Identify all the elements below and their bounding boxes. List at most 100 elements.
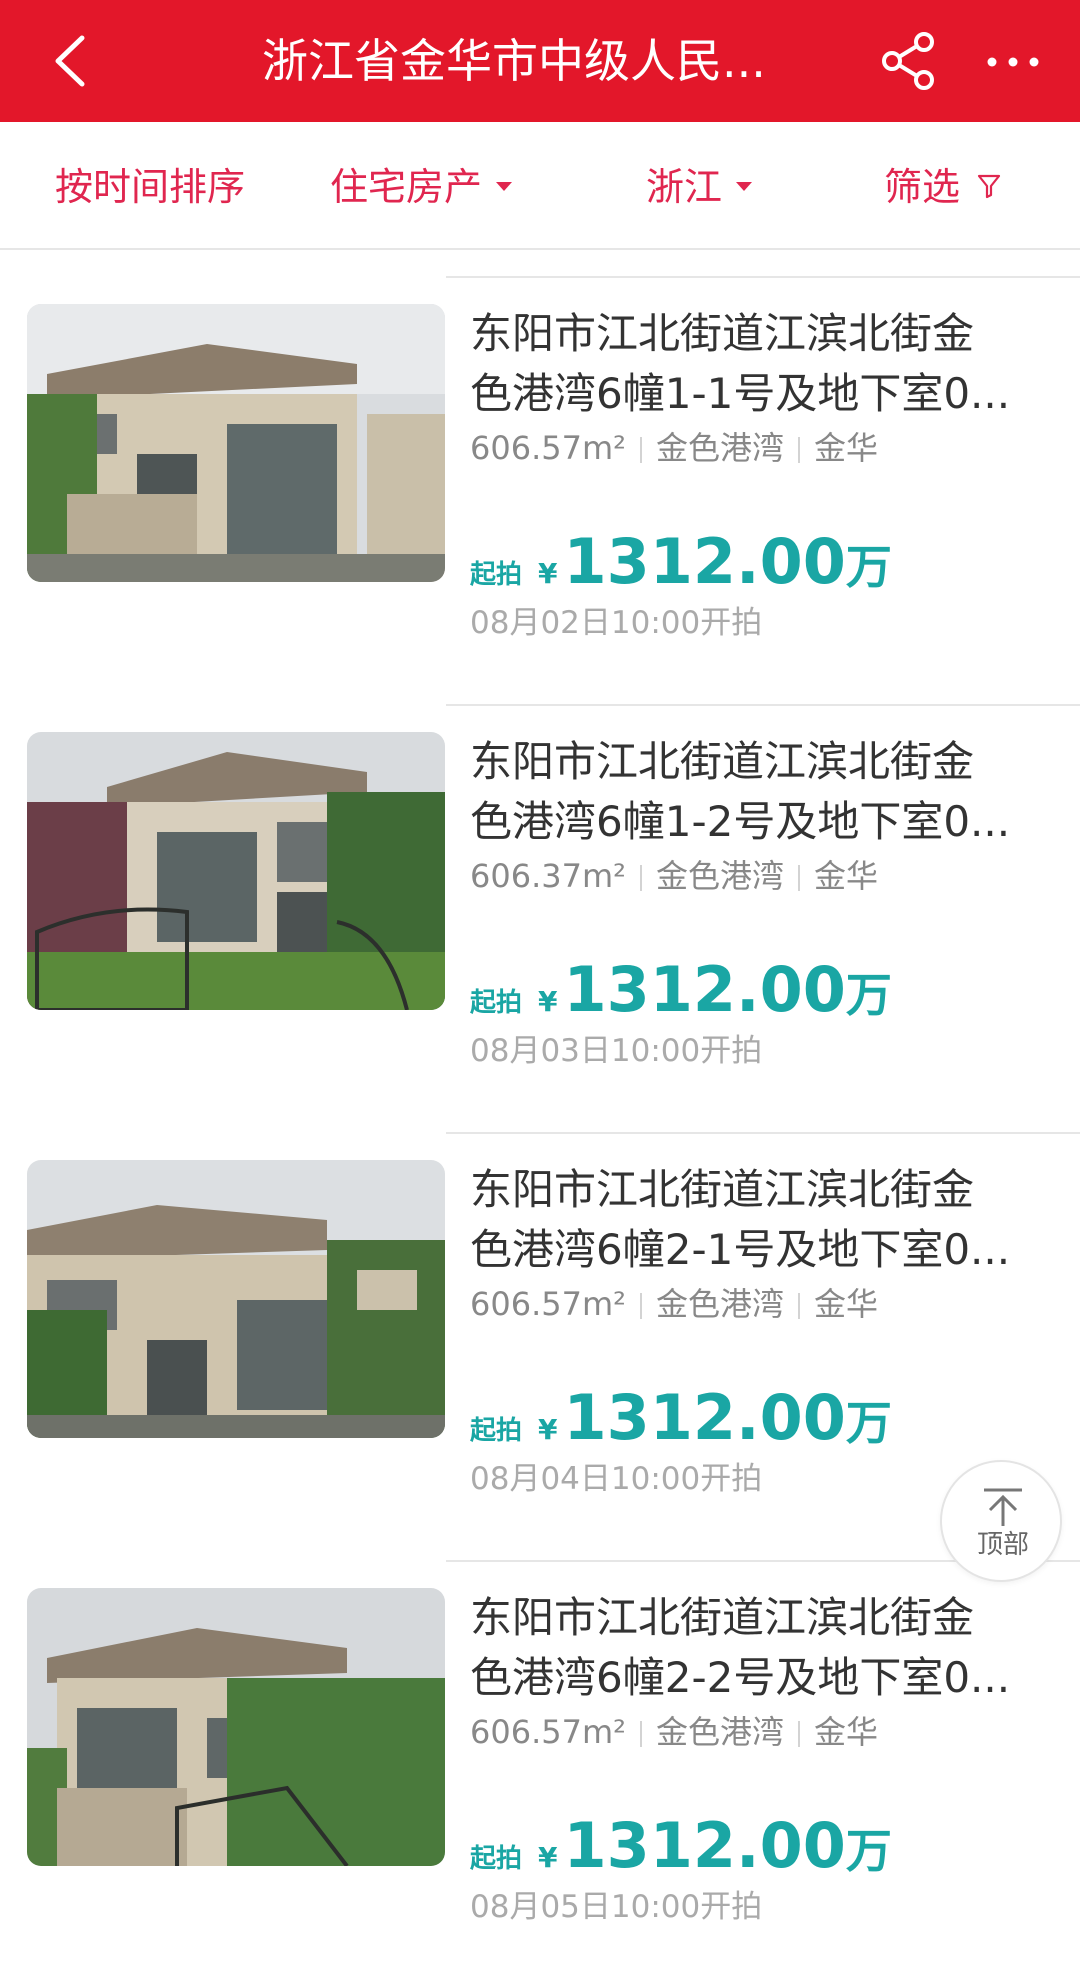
listing-title-line1: 东阳市江北街道江滨北街金	[470, 737, 975, 786]
listing-price: 起拍 ¥1312.00万	[470, 952, 892, 1028]
price-amount: 1312.00	[563, 953, 846, 1026]
listing-price: 起拍 ¥1312.00万	[470, 524, 892, 600]
back-to-top-button[interactable]: 顶部	[940, 1460, 1062, 1582]
listing-title-line2: 色港湾6幢1-2号及地下室0...	[470, 797, 1011, 846]
top-bar: 浙江省金华市中级人民...	[0, 0, 1080, 122]
filter-label: 筛选	[884, 165, 961, 209]
listing-price: 起拍 ¥1312.00万	[470, 1380, 892, 1456]
listing-city: 金华	[813, 1713, 878, 1751]
meta-divider	[797, 865, 800, 891]
share-button[interactable]	[876, 28, 942, 94]
listing-title-line2: 色港湾6幢2-2号及地下室0...	[470, 1653, 1011, 1702]
currency-symbol: ¥	[538, 557, 558, 590]
currency-symbol: ¥	[538, 985, 558, 1018]
share-icon	[882, 32, 934, 90]
start-bid-label: 起拍	[470, 1844, 523, 1874]
listing-title-line1: 东阳市江北街道江滨北街金	[470, 1593, 975, 1642]
listing-title[interactable]: 东阳市江北街道江滨北街金 色港湾6幢2-1号及地下室0...	[470, 1160, 1040, 1280]
divider	[446, 1132, 1080, 1134]
listing-title[interactable]: 东阳市江北街道江滨北街金 色港湾6幢1-1号及地下室0...	[470, 304, 1040, 424]
arrow-up-icon	[984, 1488, 1022, 1526]
listing-title-line1: 东阳市江北街道江滨北街金	[470, 1165, 975, 1214]
listing-thumbnail[interactable]	[27, 732, 445, 1010]
listing-thumbnail[interactable]	[27, 1588, 445, 1866]
start-bid-label: 起拍	[470, 988, 523, 1018]
start-bid-label: 起拍	[470, 560, 523, 590]
listing-community: 金色港湾	[655, 1713, 784, 1751]
divider	[446, 276, 1080, 278]
auction-time: 08月03日10:00开拍	[470, 1033, 763, 1069]
villa-photo	[27, 1160, 445, 1438]
property-type-dropdown[interactable]: 住宅房产	[330, 162, 513, 212]
listing-title-line2: 色港湾6幢1-1号及地下室0...	[470, 369, 1011, 418]
price-amount: 1312.00	[563, 1381, 846, 1454]
price-unit: 万	[845, 1824, 892, 1878]
auction-time: 08月05日10:00开拍	[470, 1889, 763, 1925]
more-dots-icon	[987, 57, 1039, 67]
listing-thumbnail[interactable]	[27, 304, 445, 582]
listing-community: 金色港湾	[655, 429, 784, 467]
listing-area: 606.57m²	[470, 429, 626, 467]
currency-symbol: ¥	[538, 1841, 558, 1874]
listing-area: 606.57m²	[470, 1713, 626, 1751]
meta-divider	[639, 1293, 642, 1319]
back-button[interactable]	[40, 26, 110, 96]
price-unit: 万	[845, 1396, 892, 1450]
listing-item[interactable]: 东阳市江北街道江滨北街金 色港湾6幢2-1号及地下室0... 606.57m² 金…	[0, 1132, 1080, 1560]
sort-label: 按时间排序	[55, 165, 246, 209]
region-label: 浙江	[646, 165, 723, 209]
divider	[446, 704, 1080, 706]
listing-title-line2: 色港湾6幢2-1号及地下室0...	[470, 1225, 1011, 1274]
filter-bar: 按时间排序 住宅房产 浙江 筛选	[0, 122, 1080, 250]
funnel-icon	[978, 174, 1001, 198]
meta-divider	[639, 437, 642, 463]
villa-photo	[27, 1588, 445, 1866]
listing-title-line1: 东阳市江北街道江滨北街金	[470, 309, 975, 358]
page-title: 浙江省金华市中级人民...	[262, 34, 766, 88]
listing-meta: 606.37m² 金色港湾 金华	[470, 854, 878, 898]
app-root: 浙江省金华市中级人民... 按时间排序 住宅房产 浙江 筛选 东阳市江北街道江滨…	[0, 0, 1080, 1987]
start-bid-label: 起拍	[470, 1416, 523, 1446]
caret-down-icon	[736, 182, 753, 191]
listing-item[interactable]: 东阳市江北街道江滨北街金 色港湾6幢1-2号及地下室0... 606.37m² 金…	[0, 704, 1080, 1132]
listing-community: 金色港湾	[655, 1285, 784, 1323]
price-unit: 万	[845, 968, 892, 1022]
back-to-top-label: 顶部	[976, 1530, 1029, 1560]
meta-divider	[639, 865, 642, 891]
meta-divider	[797, 1721, 800, 1747]
listing-meta: 606.57m² 金色港湾 金华	[470, 1710, 878, 1754]
listing-city: 金华	[813, 857, 878, 895]
listing-city: 金华	[813, 1285, 878, 1323]
meta-divider	[797, 1293, 800, 1319]
meta-divider	[639, 1721, 642, 1747]
price-unit: 万	[845, 540, 892, 594]
region-dropdown[interactable]: 浙江	[646, 162, 753, 212]
listing-title[interactable]: 东阳市江北街道江滨北街金 色港湾6幢1-2号及地下室0...	[470, 732, 1040, 852]
listing-community: 金色港湾	[655, 857, 784, 895]
caret-down-icon	[496, 182, 513, 191]
listing-thumbnail[interactable]	[27, 1160, 445, 1438]
meta-divider	[797, 437, 800, 463]
property-type-label: 住宅房产	[330, 165, 483, 209]
listing-city: 金华	[813, 429, 878, 467]
price-amount: 1312.00	[563, 1809, 846, 1882]
listing-meta: 606.57m² 金色港湾 金华	[470, 426, 878, 470]
more-button[interactable]	[978, 28, 1048, 94]
villa-photo	[27, 304, 445, 582]
listing-title[interactable]: 东阳市江北街道江滨北街金 色港湾6幢2-2号及地下室0...	[470, 1588, 1040, 1708]
listing-item[interactable]: 东阳市江北街道江滨北街金 色港湾6幢1-1号及地下室0... 606.57m² 金…	[0, 276, 1080, 704]
listing-meta: 606.57m² 金色港湾 金华	[470, 1282, 878, 1326]
listing-area: 606.37m²	[470, 857, 626, 895]
chevron-left-icon	[55, 35, 85, 87]
filter-button[interactable]: 筛选	[884, 162, 1002, 212]
auction-time: 08月04日10:00开拍	[470, 1461, 763, 1497]
price-amount: 1312.00	[563, 525, 846, 598]
listing-item[interactable]: 东阳市江北街道江滨北街金 色港湾6幢2-2号及地下室0... 606.57m² 金…	[0, 1560, 1080, 1987]
villa-photo	[27, 732, 445, 1010]
auction-time: 08月02日10:00开拍	[470, 605, 763, 641]
sort-by-time-button[interactable]: 按时间排序	[55, 162, 245, 212]
listing-area: 606.57m²	[470, 1285, 626, 1323]
currency-symbol: ¥	[538, 1413, 558, 1446]
listing-price: 起拍 ¥1312.00万	[470, 1808, 892, 1884]
listing-list: 东阳市江北街道江滨北街金 色港湾6幢1-1号及地下室0... 606.57m² 金…	[0, 250, 1080, 1987]
